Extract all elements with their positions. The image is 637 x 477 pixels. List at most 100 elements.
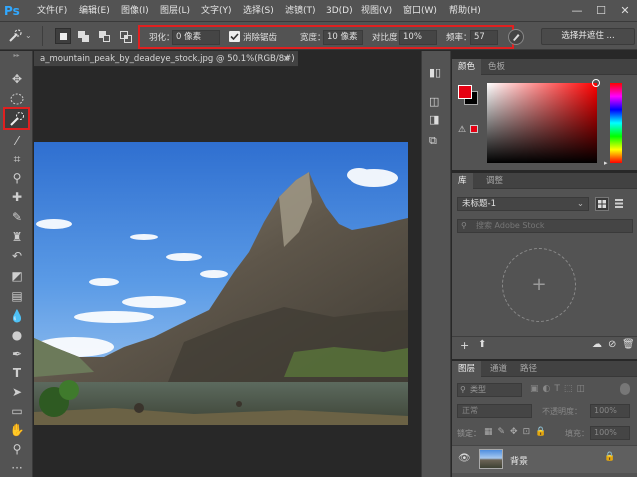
libraries-panel-tabs: 库 调整 [452, 173, 637, 189]
add-content-button[interactable]: + [460, 339, 469, 352]
tab-layers[interactable]: 图层 [452, 361, 482, 377]
crop-tool-icon[interactable]: ⌗ [6, 150, 28, 168]
filter-toggle[interactable] [620, 383, 630, 395]
tab-paths[interactable]: 路径 [514, 361, 543, 377]
properties-panel-icon[interactable]: ◫ [429, 95, 444, 110]
tab-libraries[interactable]: 库 [452, 173, 473, 189]
color-panel-tabs: 颜色 色板 [452, 59, 637, 75]
type-tool-icon[interactable]: T [6, 364, 28, 382]
canvas-area[interactable] [34, 67, 420, 477]
more-tools-icon[interactable]: ··· [6, 459, 28, 477]
hue-slider[interactable] [610, 83, 622, 163]
menu-select[interactable]: 选择(S) [243, 0, 274, 22]
intersect-selection-button[interactable] [118, 28, 134, 44]
gamut-swatch[interactable] [470, 125, 478, 133]
quick-selection-preset-icon[interactable] [6, 27, 24, 45]
eyedropper-icon[interactable]: ⚲ [6, 169, 28, 187]
menu-window[interactable]: 窗口(W) [403, 0, 437, 22]
hue-slider-handle-icon[interactable]: ▸ [604, 159, 608, 167]
new-selection-button[interactable] [55, 28, 71, 44]
hand-tool-icon[interactable]: ✋ [6, 421, 28, 439]
opacity-input[interactable]: 100% [590, 404, 630, 418]
menu-file[interactable]: 文件(F) [37, 0, 67, 22]
tab-channels[interactable]: 通道 [484, 361, 513, 377]
close-window-button[interactable]: ✕ [613, 0, 637, 22]
pen-tool-icon[interactable]: ✒ [6, 345, 28, 363]
healing-brush-icon[interactable]: ✚ [6, 188, 28, 206]
history-brush-icon[interactable]: ↶ [6, 247, 28, 265]
gradient-tool-icon[interactable]: ▤ [6, 287, 28, 305]
contrast-input[interactable]: 10% [399, 30, 437, 45]
brush-tool-icon[interactable]: ✎ [6, 208, 28, 226]
list-view-icon[interactable] [613, 197, 627, 211]
add-to-selection-button[interactable] [76, 28, 92, 44]
maximize-button[interactable]: ☐ [589, 0, 613, 22]
menu-layer[interactable]: 图层(L) [160, 0, 190, 22]
quick-selection-tool-icon[interactable] [3, 107, 30, 130]
blend-mode-select[interactable]: 正常 [457, 404, 532, 418]
move-tool-icon[interactable]: ✥ [6, 70, 28, 88]
feather-input[interactable]: 0 像素 [172, 30, 220, 45]
subtract-from-selection-button[interactable] [97, 28, 113, 44]
fill-input[interactable]: 100% [590, 426, 630, 440]
divider [452, 336, 637, 337]
layer-name[interactable]: 背景 [510, 454, 528, 467]
upload-icon[interactable]: ⬆ [478, 339, 486, 350]
eraser-tool-icon[interactable]: ◩ [6, 267, 28, 285]
antialias-checkbox[interactable] [229, 31, 240, 42]
menu-type[interactable]: 文字(Y) [201, 0, 232, 22]
preset-chevron-down-icon[interactable]: ⌄ [25, 31, 32, 40]
library-select[interactable]: 未标题-1 ⌄ [457, 197, 589, 211]
foreground-color-swatch[interactable] [458, 85, 472, 99]
adjustments-panel-icon[interactable]: ◨ [429, 113, 444, 128]
layers-panel-tabs: 图层 通道 路径 [452, 361, 637, 377]
fill-label: 填充： [565, 429, 589, 438]
cloud-sync-icon[interactable]: ☁ [592, 339, 602, 350]
menu-filter[interactable]: 滤镜(T) [285, 0, 316, 22]
pen-pressure-icon[interactable] [508, 29, 524, 45]
libraries-panel: 库 调整 未标题-1 ⌄ 搜索 Adobe Stock ⚲ + + ⬆ ☁ ⊘ … [452, 173, 637, 359]
visibility-eye-icon[interactable]: 👁 [458, 453, 471, 464]
blur-tool-icon[interactable]: 💧 [6, 307, 28, 325]
feather-label: 羽化： [149, 33, 175, 43]
marquee-tool-icon[interactable] [6, 90, 28, 108]
path-selection-icon[interactable]: ➤ [6, 383, 28, 401]
grid-view-icon[interactable] [595, 197, 609, 211]
search-icon: ⚲ [460, 385, 466, 394]
minimize-button[interactable]: — [565, 0, 589, 22]
menu-bar: Ps 文件(F) 编辑(E) 图像(I) 图层(L) 文字(Y) 选择(S) 滤… [0, 0, 637, 22]
menu-view[interactable]: 视图(V) [361, 0, 392, 22]
paragraph-panel-icon[interactable]: ⧉ [429, 134, 444, 149]
width-input[interactable]: 10 像素 [323, 30, 363, 45]
tab-adjustments[interactable]: 调整 [480, 173, 509, 189]
rectangle-tool-icon[interactable]: ▭ [6, 402, 28, 420]
select-and-mask-button[interactable]: 选择并遮住 ... [541, 28, 635, 45]
delete-icon[interactable]: 🗑 [622, 339, 635, 350]
dodge-tool-icon[interactable]: ● [6, 326, 28, 344]
zoom-tool-icon[interactable]: ⚲ [6, 440, 28, 458]
menu-3d[interactable]: 3D(D) [326, 0, 353, 22]
layer-row[interactable]: 👁 背景 🔒 [452, 445, 637, 473]
clone-stamp-icon[interactable]: ♜ [6, 228, 28, 246]
lock-options-icons[interactable]: ▦✎✥⊡🔒 [484, 427, 551, 437]
tab-color[interactable]: 颜色 [452, 59, 482, 75]
layer-lock-icon: 🔒 [604, 452, 616, 462]
library-link-icon[interactable]: ⊘ [608, 339, 616, 350]
menu-edit[interactable]: 编辑(E) [79, 0, 110, 22]
frequency-input[interactable]: 57 [470, 30, 498, 45]
magic-wand-icon[interactable]: ⁄ [6, 132, 28, 150]
divider [42, 26, 43, 46]
tab-swatches[interactable]: 色板 [482, 59, 511, 75]
menu-help[interactable]: 帮助(H) [449, 0, 481, 22]
document-image[interactable] [34, 142, 408, 425]
menu-image[interactable]: 图像(I) [121, 0, 149, 22]
layer-filter-select[interactable]: ⚲ 类型 [457, 383, 522, 397]
color-field[interactable] [487, 83, 597, 163]
close-tab-icon[interactable]: × [283, 51, 290, 67]
history-panel-icon[interactable]: ▮▯ [429, 66, 444, 80]
layer-kind-label: 类型 [470, 385, 486, 394]
document-tab[interactable]: a_mountain_peak_by_deadeye_stock.jpg @ 5… [34, 51, 298, 80]
stock-search-input[interactable]: 搜索 Adobe Stock [457, 219, 633, 233]
add-content-icon[interactable]: + [502, 248, 576, 322]
layer-filter-icons[interactable]: ▣◐T⬚◫ [530, 384, 589, 394]
